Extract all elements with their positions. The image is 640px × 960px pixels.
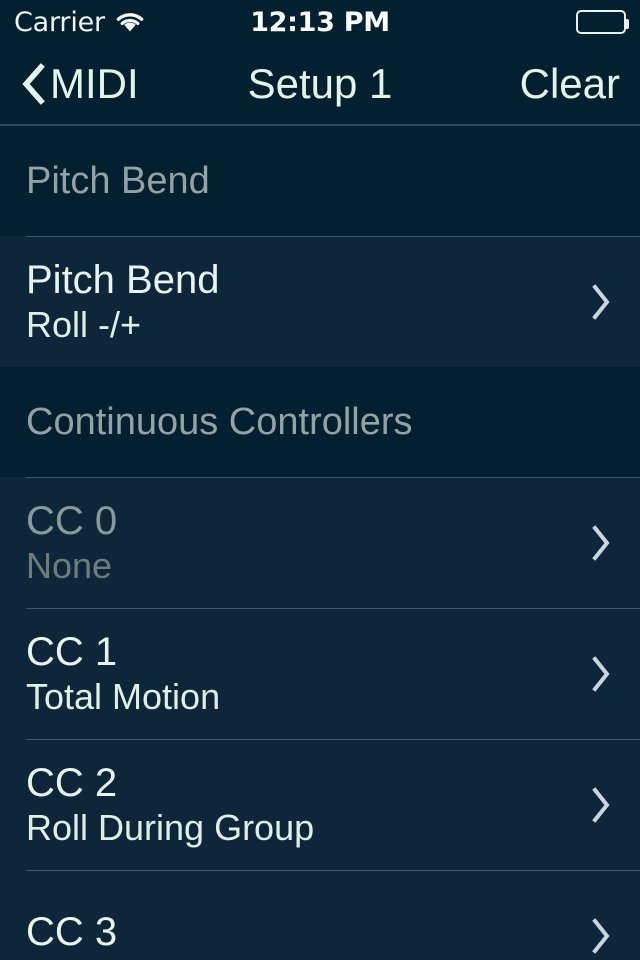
list-item-text: CC 3: [26, 912, 117, 959]
list-item-text: CC 1 Total Motion: [26, 629, 221, 717]
list-item-cc-3[interactable]: CC 3: [0, 870, 640, 960]
clear-button[interactable]: Clear: [520, 63, 620, 105]
chevron-right-icon: [590, 655, 612, 693]
battery-full-icon: [576, 10, 629, 34]
list-item-cc-2[interactable]: CC 2 Roll During Group: [0, 739, 640, 870]
chevron-right-icon: [590, 283, 612, 321]
list-item-subtitle: Roll During Group: [26, 806, 315, 848]
list-item-text: Pitch Bend Roll -/+: [26, 257, 220, 345]
navigation-bar: MIDI Setup 1 Clear: [0, 44, 640, 126]
list-item-title: Pitch Bend: [26, 257, 220, 302]
app-root: Carrier 12:13 PM MIDI Setup 1 Clear Pitc…: [0, 0, 640, 960]
status-bar-right: [576, 10, 629, 34]
wifi-icon: [115, 11, 145, 33]
list-item-cc-0[interactable]: CC 0 None: [0, 477, 640, 608]
list-item-title: CC 2: [26, 760, 118, 805]
chevron-left-icon: [20, 63, 46, 105]
back-button[interactable]: MIDI: [20, 63, 139, 105]
clock-label: 12:13 PM: [250, 6, 390, 38]
list-item-title: CC 0: [26, 498, 118, 543]
settings-list: Pitch Bend Pitch Bend Roll -/+ Continuou…: [0, 126, 640, 960]
list-item-pitch-bend[interactable]: Pitch Bend Roll -/+: [0, 236, 640, 367]
chevron-right-icon: [590, 917, 612, 955]
list-item-subtitle: None: [26, 544, 113, 586]
list-item-subtitle: Total Motion: [26, 675, 221, 717]
section-header-pitch-bend: Pitch Bend: [0, 126, 640, 236]
status-bar-left: Carrier: [14, 9, 145, 36]
section-header-continuous-controllers: Continuous Controllers: [0, 367, 640, 477]
section-header-label: Continuous Controllers: [26, 401, 413, 443]
status-bar: Carrier 12:13 PM: [0, 0, 640, 44]
chevron-right-icon: [590, 786, 612, 824]
back-button-label: MIDI: [50, 60, 139, 107]
list-item-text: CC 0 None: [26, 498, 118, 586]
carrier-label: Carrier: [14, 6, 105, 38]
chevron-right-icon: [590, 524, 612, 562]
list-item-title: CC 1: [26, 629, 118, 674]
list-item-text: CC 2 Roll During Group: [26, 760, 315, 848]
section-body-continuous-controllers: CC 0 None CC 1 Total Motion CC 2 Roll Du…: [0, 477, 640, 960]
battery-cap: [625, 19, 629, 29]
list-item-title: CC 3: [26, 910, 118, 955]
section-body-pitch-bend: Pitch Bend Roll -/+: [0, 236, 640, 367]
list-item-subtitle: Roll -/+: [26, 303, 142, 345]
section-header-label: Pitch Bend: [26, 160, 210, 202]
list-item-cc-1[interactable]: CC 1 Total Motion: [0, 608, 640, 739]
